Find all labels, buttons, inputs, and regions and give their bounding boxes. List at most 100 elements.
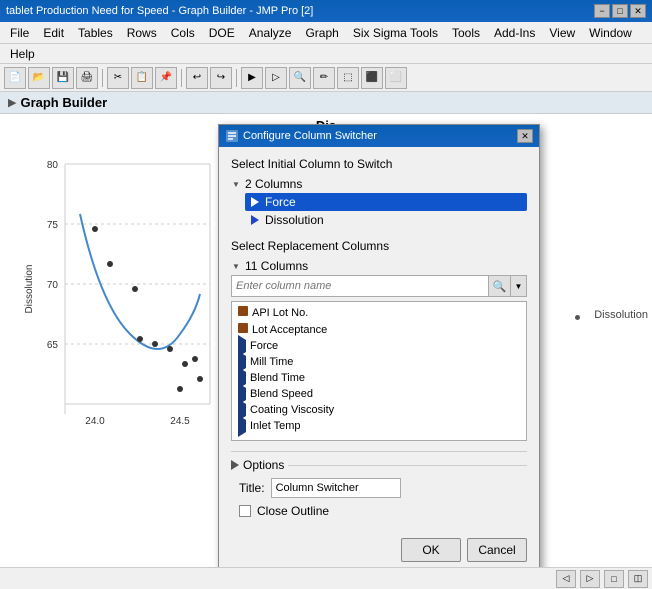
menu-cols[interactable]: Cols	[165, 24, 201, 42]
menu-doe[interactable]: DOE	[203, 24, 241, 42]
initial-item-force[interactable]: Force	[245, 193, 527, 211]
list-item-mill[interactable]: Mill Time	[234, 354, 524, 370]
menu-analyze[interactable]: Analyze	[243, 24, 298, 42]
search-button[interactable]: 🔍	[489, 275, 511, 297]
close-outline-row: Close Outline	[231, 504, 527, 518]
inlet-label: Inlet Temp	[250, 420, 301, 432]
list-item-blend-speed[interactable]: Blend Speed	[234, 386, 524, 402]
initial-column-label: Select Initial Column to Switch	[231, 157, 527, 171]
menu-file[interactable]: File	[4, 24, 35, 42]
minimize-button[interactable]: −	[594, 4, 610, 18]
dissolution-icon	[249, 214, 261, 226]
dialog-title-bar: Configure Column Switcher ✕	[219, 125, 539, 147]
maximize-button[interactable]: □	[612, 4, 628, 18]
menu-help[interactable]: Help	[4, 45, 41, 63]
toolbar-undo[interactable]: ↩	[186, 67, 208, 89]
toolbar-script[interactable]: ▶	[241, 67, 263, 89]
dissolution-label: Dissolution	[265, 213, 324, 227]
mill-label: Mill Time	[250, 356, 293, 368]
replacement-column-list[interactable]: API Lot No. Lot Acceptance Force	[231, 301, 527, 441]
close-outline-checkbox[interactable]	[239, 505, 251, 517]
replacement-column-tree: ▼ 11 Columns 🔍 ▼ API Lot No.	[231, 259, 527, 441]
status-btn-1[interactable]: ◁	[556, 570, 576, 588]
svg-text:24.5: 24.5	[170, 416, 190, 427]
dialog-body: Select Initial Column to Switch ▼ 2 Colu…	[219, 147, 539, 532]
dialog-icon	[225, 129, 239, 143]
svg-text:65: 65	[47, 340, 59, 351]
toolbar-sep3	[236, 69, 237, 87]
search-dropdown-button[interactable]: ▼	[511, 275, 527, 297]
dialog-footer: OK Cancel	[219, 532, 539, 572]
menu-bar: File Edit Tables Rows Cols DOE Analyze G…	[0, 22, 652, 44]
toolbar-cut[interactable]: ✂	[107, 67, 129, 89]
options-label: Options	[243, 458, 284, 472]
graph-svg: 80 75 70 65 24.0 24.5 Dissolution	[20, 134, 240, 474]
force-list-label: Force	[250, 340, 278, 352]
title-input[interactable]	[271, 478, 401, 498]
close-button[interactable]: ✕	[630, 4, 646, 18]
toolbar-zoom[interactable]: 🔍	[289, 67, 311, 89]
list-item-lot[interactable]: Lot Acceptance	[234, 321, 524, 338]
help-bar: Help	[0, 44, 652, 64]
list-item-inlet[interactable]: Inlet Temp	[234, 418, 524, 434]
api-label: API Lot No.	[252, 307, 308, 319]
toolbar-pencil[interactable]: ✏	[313, 67, 335, 89]
api-icon	[238, 306, 248, 319]
toolbar-paste[interactable]: 📌	[155, 67, 177, 89]
list-item-force[interactable]: Force	[234, 338, 524, 354]
menu-edit[interactable]: Edit	[37, 24, 70, 42]
toolbar-sep2	[181, 69, 182, 87]
two-columns-toggle[interactable]: ▼	[231, 179, 241, 189]
title-bar: tablet Production Need for Speed - Graph…	[0, 0, 652, 22]
status-btn-2[interactable]: ▷	[580, 570, 600, 588]
cancel-button[interactable]: Cancel	[467, 538, 527, 562]
ok-button[interactable]: OK	[401, 538, 461, 562]
menu-sixsigma[interactable]: Six Sigma Tools	[347, 24, 444, 42]
menu-view[interactable]: View	[543, 24, 581, 42]
toolbar-align[interactable]: ⬛	[361, 67, 383, 89]
toolbar-print[interactable]: 🖨	[76, 67, 98, 89]
eleven-columns-toggle[interactable]: ▼	[231, 261, 241, 271]
title-bar-controls: − □ ✕	[594, 4, 646, 18]
column-search-input[interactable]	[231, 275, 489, 297]
initial-column-items: Force Dissolution	[245, 193, 527, 229]
dialog-close-button[interactable]: ✕	[517, 129, 533, 143]
toolbar-script2[interactable]: ▷	[265, 67, 287, 89]
coating-label: Coating Viscosity	[250, 404, 334, 416]
toolbar-open[interactable]: 📂	[28, 67, 50, 89]
status-btn-4[interactable]: ◫	[628, 570, 648, 588]
toolbar-align2[interactable]: ⬜	[385, 67, 407, 89]
menu-addins[interactable]: Add-Ins	[488, 24, 541, 42]
list-item-coating[interactable]: Coating Viscosity	[234, 402, 524, 418]
eleven-columns-label: 11 Columns	[245, 259, 308, 273]
force-icon	[249, 196, 261, 208]
inlet-icon	[238, 420, 246, 432]
toolbar-new[interactable]: 📄	[4, 67, 26, 89]
configure-dialog: Configure Column Switcher ✕ Select Initi…	[218, 124, 540, 573]
menu-window[interactable]: Window	[583, 24, 638, 42]
toolbar-select[interactable]: ⬚	[337, 67, 359, 89]
toolbar-copy[interactable]: 📋	[131, 67, 153, 89]
status-btn-3[interactable]: □	[604, 570, 624, 588]
options-header: Options	[231, 458, 527, 472]
options-toggle-icon[interactable]	[231, 460, 239, 470]
menu-tools[interactable]: Tools	[446, 24, 486, 42]
graph-title-bar: ▶ Graph Builder	[0, 92, 652, 114]
list-item-blend-time[interactable]: Blend Time	[234, 370, 524, 386]
list-item-api[interactable]: API Lot No.	[234, 304, 524, 321]
eleven-columns-header: ▼ 11 Columns	[231, 259, 527, 273]
menu-graph[interactable]: Graph	[299, 24, 344, 42]
svg-text:80: 80	[47, 160, 59, 171]
dialog-title-text: Configure Column Switcher	[243, 130, 377, 142]
menu-tables[interactable]: Tables	[72, 24, 119, 42]
initial-column-tree: ▼ 2 Columns Force	[231, 177, 527, 229]
menu-rows[interactable]: Rows	[121, 24, 163, 42]
title-row: Title:	[231, 478, 527, 498]
toolbar-save[interactable]: 💾	[52, 67, 74, 89]
close-outline-label: Close Outline	[257, 504, 329, 518]
toolbar-redo[interactable]: ↪	[210, 67, 232, 89]
status-bar: ◁ ▷ □ ◫	[0, 567, 652, 589]
dissolution-right-label: Dissolution	[594, 309, 648, 321]
initial-item-dissolution[interactable]: Dissolution	[245, 211, 527, 229]
two-columns-header: ▼ 2 Columns	[231, 177, 527, 191]
